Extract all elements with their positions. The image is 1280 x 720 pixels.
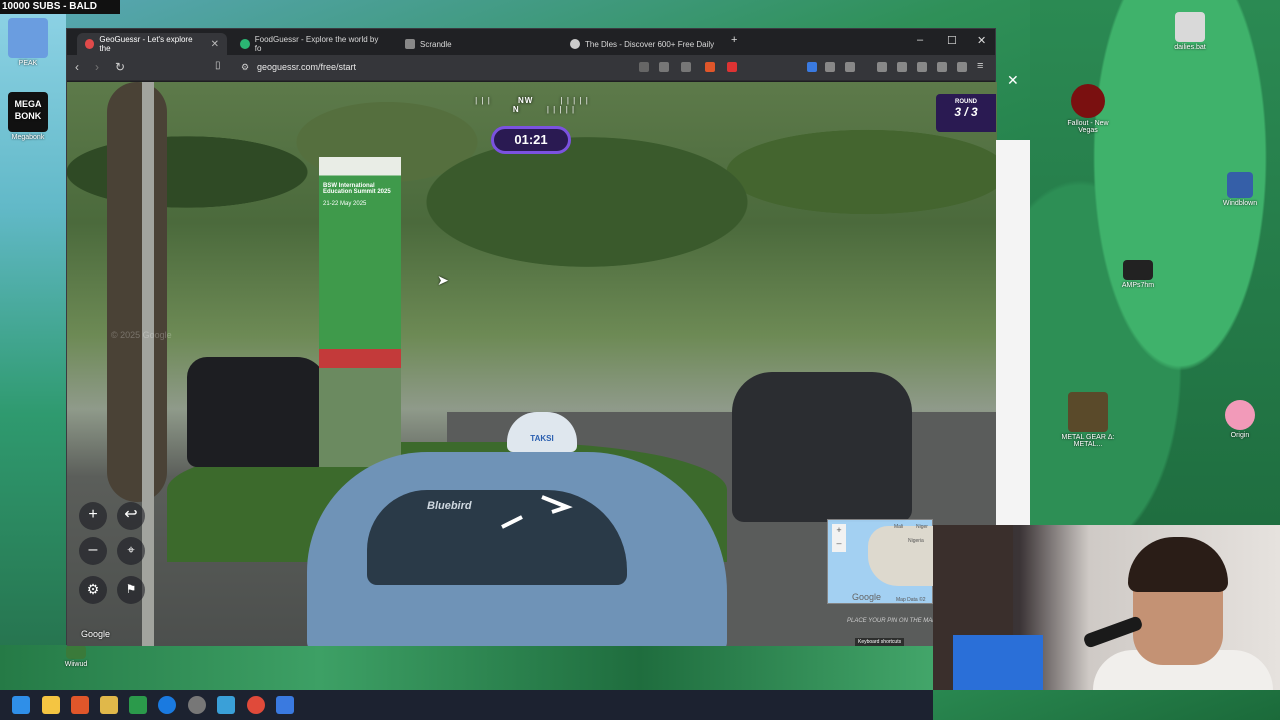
cast-icon[interactable] xyxy=(659,62,669,72)
zoom-out-button[interactable]: – xyxy=(79,537,107,565)
desktop-icon-metal-gear[interactable]: METAL GEAR Δ: METAL... xyxy=(1060,392,1116,448)
zoom-in-button[interactable]: + xyxy=(79,502,107,530)
street-view-panorama[interactable]: BSW International Education Summit 2025 … xyxy=(67,82,997,646)
close-window-icon[interactable]: ✕ xyxy=(977,34,986,47)
site-info-icon[interactable]: ⚙ xyxy=(241,62,249,73)
windblown-icon xyxy=(1227,172,1253,198)
brave-shield-icon[interactable] xyxy=(705,62,715,72)
gear-file-icon xyxy=(1175,12,1205,42)
new-tab-icon[interactable]: + xyxy=(731,34,737,46)
back-to-start-button[interactable]: ↩ xyxy=(117,502,145,530)
refresh-app-icon[interactable] xyxy=(217,696,235,714)
location-pin-button[interactable]: ⌖ xyxy=(117,537,145,565)
extension-icon[interactable] xyxy=(639,62,649,72)
tab-geoguessr[interactable]: GeoGuessr - Let's explore the ✕ xyxy=(77,33,227,55)
maximize-icon[interactable]: ☐ xyxy=(947,34,957,47)
menu-icon[interactable]: ≡ xyxy=(977,60,983,72)
scene-event-banner: BSW International Education Summit 2025 … xyxy=(319,157,401,467)
navigation-arrows-icon[interactable] xyxy=(492,492,592,532)
round-timer: 01:21 xyxy=(491,126,571,154)
scene-black-suv xyxy=(187,357,327,467)
google-logo: Google xyxy=(81,629,111,639)
desktop-icon-megabonk[interactable]: MEGA BONK Megabonk xyxy=(0,92,56,141)
scene-taxi-sign: TAKSI xyxy=(507,412,577,452)
screenshot-icon[interactable] xyxy=(845,62,855,72)
address-bar: ‹ › ↻ ▯ ⚙ geoguessr.com/free/start ≡ xyxy=(67,55,995,81)
tab-foodguessr[interactable]: FoodGuessr - Explore the world by fo xyxy=(232,33,392,55)
scrandle-favicon-icon xyxy=(405,39,415,49)
url-field[interactable]: geoguessr.com/free/start xyxy=(257,62,356,72)
round-indicator: ROUND 3 / 3 xyxy=(936,94,996,132)
brave-browser-icon[interactable] xyxy=(71,696,89,714)
megabonk-icon: MEGA BONK xyxy=(8,92,48,132)
brave-rewards-icon[interactable] xyxy=(727,62,737,72)
settings-app-icon[interactable] xyxy=(276,696,294,714)
webcam-person-hair xyxy=(1128,537,1228,592)
webcam-overlay xyxy=(933,525,1280,690)
edge-icon[interactable] xyxy=(158,696,176,714)
google-watermark: © 2025 Google xyxy=(111,330,172,340)
back-icon[interactable]: ‹ xyxy=(75,60,79,74)
bookmark-icon[interactable]: ▯ xyxy=(215,60,221,71)
desktop-icon-windblown[interactable]: Windblown xyxy=(1212,172,1268,207)
fallout-icon xyxy=(1071,84,1105,118)
settings-button[interactable]: ⚙ xyxy=(79,576,107,604)
leo-icon[interactable] xyxy=(937,62,947,72)
place-pin-hint: PLACE YOUR PIN ON THE MAP xyxy=(847,618,937,624)
dles-favicon-icon xyxy=(570,39,580,49)
vpn-icon[interactable] xyxy=(957,62,967,72)
geoguessr-favicon-icon xyxy=(85,39,95,49)
peak-icon xyxy=(8,18,48,58)
side-panel xyxy=(996,140,1030,525)
scene-pole xyxy=(142,82,154,646)
sidebar-icon[interactable] xyxy=(897,62,907,72)
app-diamond-icon[interactable] xyxy=(100,696,118,714)
desktop-icon-peak[interactable]: PEAK xyxy=(0,18,56,67)
desktop-icon-amps[interactable]: AMPs7hm xyxy=(1110,260,1166,289)
spreadsheet-icon[interactable] xyxy=(129,696,147,714)
minimap-land xyxy=(868,526,934,586)
wiiwud-icon xyxy=(66,645,86,659)
reload-icon[interactable]: ↻ xyxy=(115,60,125,74)
tab-bar: GeoGuessr - Let's explore the ✕ FoodGues… xyxy=(67,29,995,55)
scene-black-minivan xyxy=(732,372,912,522)
scene-tree-trunk xyxy=(107,82,167,502)
amps-icon xyxy=(1123,260,1153,280)
webcam-blue-light xyxy=(953,635,1043,690)
origin-icon xyxy=(1225,400,1255,430)
mouse-cursor-icon: ➤ xyxy=(437,272,449,288)
desktop-icon-wiiwud[interactable]: Wiiwud xyxy=(48,645,104,668)
chrome-icon[interactable] xyxy=(247,696,265,714)
share-icon[interactable] xyxy=(681,62,691,72)
stream-banner: 10000 SUBS - BALD xyxy=(0,0,120,14)
forward-icon[interactable]: › xyxy=(95,60,99,74)
music-icon[interactable] xyxy=(877,62,887,72)
extension-blue-icon[interactable] xyxy=(807,62,817,72)
browser-window: GeoGuessr - Let's explore the ✕ FoodGues… xyxy=(66,28,997,646)
desktop-icon-fallout[interactable]: Fallout - New Vegas xyxy=(1060,84,1116,134)
close-tab-icon[interactable]: ✕ xyxy=(211,39,219,50)
minimize-icon[interactable]: – xyxy=(917,34,923,46)
tab-scrandle[interactable]: Scrandle xyxy=(397,33,547,55)
keyboard-shortcuts-link[interactable]: Keyboard shortcuts xyxy=(855,638,905,646)
compass: | | | NW | | | | | N | | | | | xyxy=(475,96,589,114)
guess-minimap[interactable]: + – Mali Niger Nigeria Google Map Data ©2 xyxy=(827,519,934,604)
close-overlay-icon[interactable]: ✕ xyxy=(1007,72,1019,89)
desktop-icon-dailies[interactable]: dailies.bat xyxy=(1162,12,1218,51)
metal-gear-icon xyxy=(1068,392,1108,432)
desktop-icon-origin[interactable]: Origin xyxy=(1212,400,1268,439)
report-flag-button[interactable]: ⚑ xyxy=(117,576,145,604)
start-windows-icon[interactable] xyxy=(12,696,30,714)
minimap-zoom-controls[interactable]: + – xyxy=(832,524,846,552)
obs-icon[interactable] xyxy=(188,696,206,714)
taskbar xyxy=(0,690,933,720)
tab-the-dles[interactable]: The Dles - Discover 600+ Free Daily xyxy=(562,33,732,55)
foodguessr-favicon-icon xyxy=(240,39,250,49)
wallet-icon[interactable] xyxy=(917,62,927,72)
puzzle-icon[interactable] xyxy=(825,62,835,72)
file-explorer-icon[interactable] xyxy=(42,696,60,714)
